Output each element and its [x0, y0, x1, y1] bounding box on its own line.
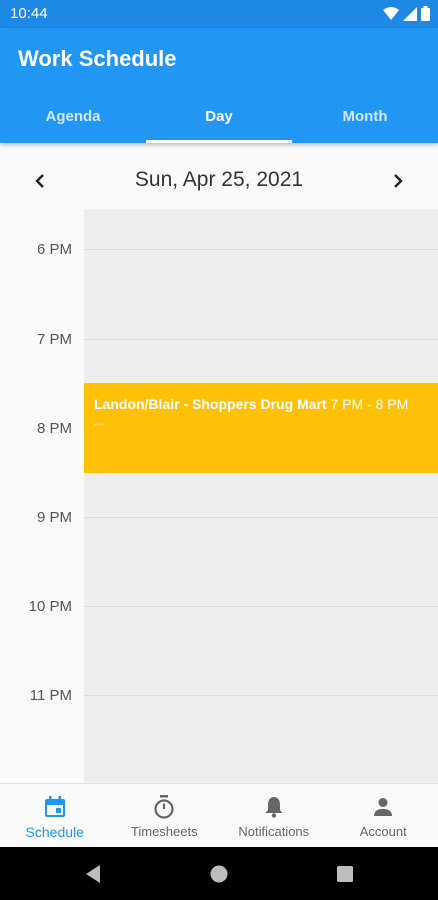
event-card[interactable]: Landon/Blair - Shoppers Drug Mart 7 PM -…: [84, 383, 438, 473]
nav-timesheets[interactable]: Timesheets: [110, 784, 220, 847]
hour-gridline: [84, 339, 438, 340]
bell-icon: [264, 795, 284, 819]
time-column: 6 PM 7 PM 8 PM 9 PM 10 PM 11 PM: [0, 209, 84, 783]
status-bar: 10:44: [0, 0, 438, 28]
wifi-icon: [383, 6, 399, 20]
tab-agenda[interactable]: Agenda: [0, 98, 146, 143]
battery-icon: [421, 6, 430, 21]
bottom-navigation: Schedule Timesheets Notifications Accoun…: [0, 783, 438, 847]
signal-icon: [403, 6, 417, 21]
back-button[interactable]: [82, 863, 104, 885]
app-bar: Work Schedule Agenda Day Month: [0, 28, 438, 143]
tab-bar: Agenda Day Month: [0, 98, 438, 143]
nav-schedule-label: Schedule: [25, 824, 84, 840]
tab-month-label: Month: [342, 108, 388, 125]
page-title: Work Schedule: [18, 46, 177, 71]
tab-day[interactable]: Day: [146, 98, 292, 143]
nav-notifications[interactable]: Notifications: [219, 784, 329, 847]
calendar-icon: [44, 795, 66, 819]
recents-button[interactable]: [334, 863, 356, 885]
recents-icon: [337, 866, 353, 882]
nav-notifications-label: Notifications: [238, 824, 310, 839]
home-icon: [210, 865, 228, 883]
hour-gridline: [84, 517, 438, 518]
tab-day-label: Day: [205, 108, 233, 125]
hour-label: 7 PM: [36, 331, 72, 348]
event-more: ...: [94, 414, 105, 428]
nav-schedule[interactable]: Schedule: [0, 784, 110, 847]
stopwatch-icon: [153, 795, 175, 819]
hour-label: 11 PM: [29, 687, 72, 704]
event-title: Landon/Blair - Shoppers Drug Mart: [94, 396, 327, 412]
hour-gridline: [84, 249, 438, 250]
system-nav-bar: [0, 847, 438, 900]
tab-agenda-label: Agenda: [45, 108, 101, 125]
nav-account-label: Account: [359, 824, 407, 839]
nav-account[interactable]: Account: [329, 784, 438, 847]
nav-timesheets-label: Timesheets: [130, 824, 198, 839]
next-day-button[interactable]: [386, 169, 410, 193]
event-time: 7 PM - 8 PM: [330, 396, 409, 412]
status-icons: [383, 6, 430, 21]
hour-label: 9 PM: [36, 509, 72, 526]
hour-gridline: [84, 606, 438, 607]
person-icon: [373, 795, 393, 819]
hour-gridline: [84, 695, 438, 696]
status-time: 10:44: [10, 5, 48, 22]
current-date: Sun, Apr 25, 2021: [134, 168, 304, 191]
home-button[interactable]: [208, 863, 230, 885]
tab-month[interactable]: Month: [292, 98, 438, 143]
date-navigator: Sun, Apr 25, 2021: [0, 143, 438, 209]
day-timeline[interactable]: 6 PM 7 PM 8 PM 9 PM 10 PM 11 PM Landon/B…: [0, 209, 438, 783]
day-column[interactable]: Landon/Blair - Shoppers Drug Mart 7 PM -…: [84, 209, 438, 783]
chevron-right-icon: [394, 174, 403, 188]
hour-label: 8 PM: [36, 420, 72, 437]
back-icon: [86, 865, 100, 883]
hour-label: 10 PM: [28, 598, 72, 615]
hour-label: 6 PM: [36, 241, 72, 258]
